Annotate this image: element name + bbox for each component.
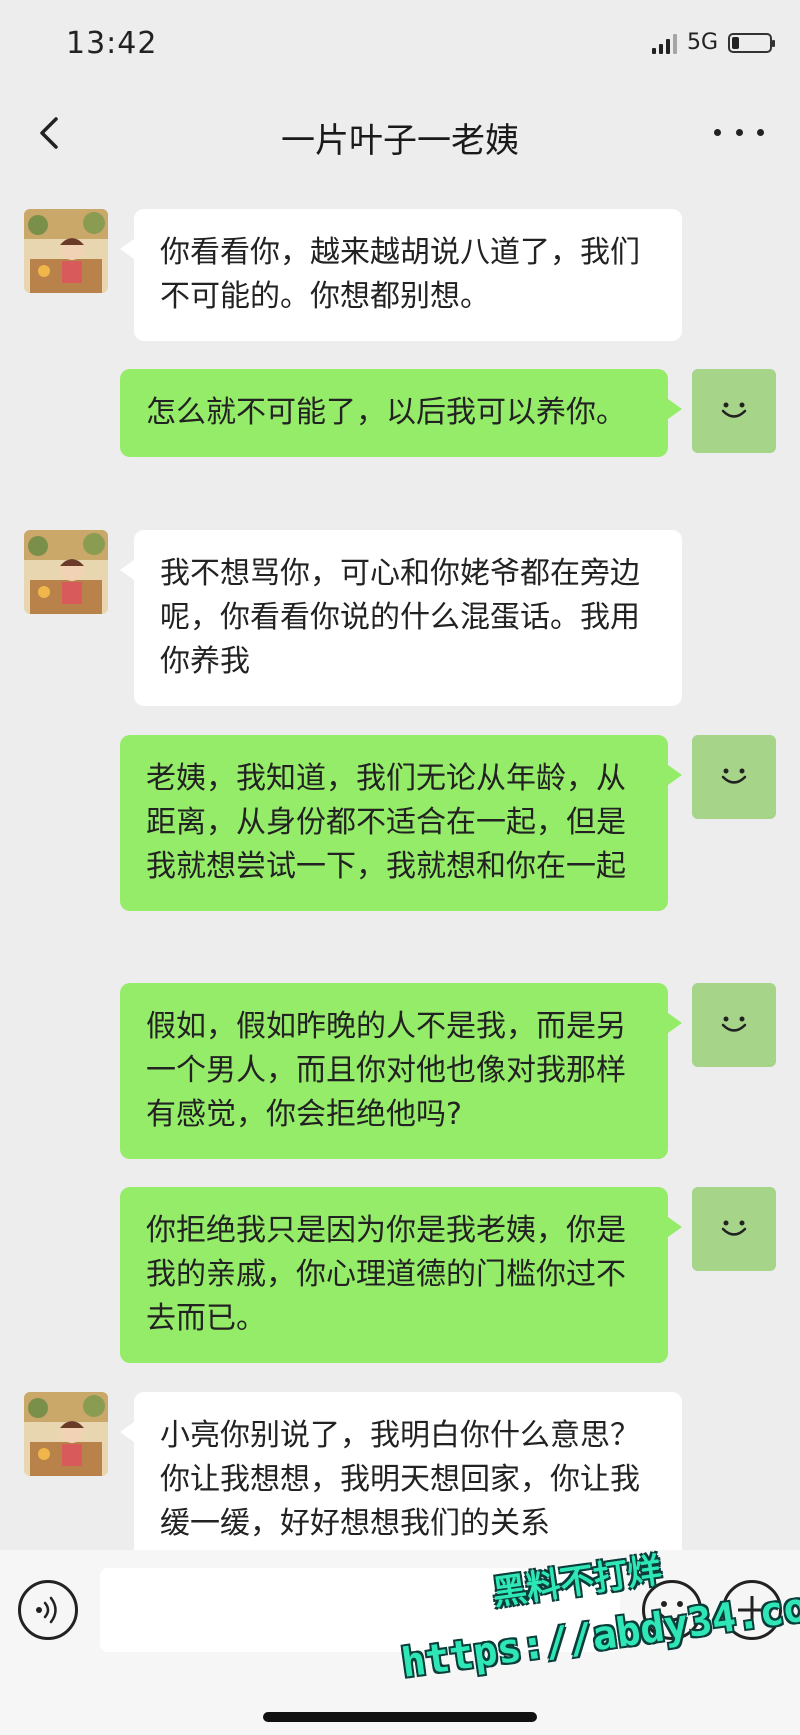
signal-icon: [651, 32, 677, 54]
message-bubble-outgoing[interactable]: 老姨，我知道，我们无论从年龄，从距离，从身份都不适合在一起，但是我就想尝试一下，…: [120, 735, 682, 911]
message-bubble-outgoing[interactable]: 假如，假如昨晚的人不是我，而是另一个男人，而且你对他也像对我那样有感觉，你会拒绝…: [120, 983, 682, 1159]
input-bar: [0, 1550, 800, 1735]
status-bar: 13:42 5G: [0, 0, 800, 95]
more-button[interactable]: [714, 117, 764, 147]
message-row-outgoing: 老姨，我知道，我们无论从年龄，从距离，从身份都不适合在一起，但是我就想尝试一下，…: [0, 735, 800, 950]
more-dots-icon: [714, 128, 721, 136]
smile-icon: [721, 402, 747, 418]
self-avatar[interactable]: [692, 735, 776, 819]
message-row-incoming: 你看看你，越来越胡说八道了，我们不可能的。你想都别想。: [0, 209, 800, 341]
message-input[interactable]: [100, 1568, 620, 1652]
contact-avatar-image: [24, 209, 108, 293]
status-time: 13:42: [66, 26, 158, 61]
message-bubble-incoming[interactable]: 你看看你，越来越胡说八道了，我们不可能的。你想都别想。: [120, 209, 682, 341]
voice-button[interactable]: [18, 1580, 78, 1640]
voice-icon: [36, 1596, 57, 1624]
contact-avatar[interactable]: [24, 1392, 108, 1476]
contact-avatar-image: [24, 530, 108, 614]
emoji-icon: [659, 1601, 685, 1622]
self-avatar[interactable]: [692, 983, 776, 1067]
battery-fill: [732, 36, 739, 49]
emoji-button[interactable]: [642, 1580, 702, 1640]
self-avatar[interactable]: [692, 369, 776, 453]
message-list[interactable]: 你看看你，越来越胡说八道了，我们不可能的。你想都别想。 怎么就不可能了，以后我可…: [0, 175, 800, 1550]
message-bubble-incoming[interactable]: 我不想骂你，可心和你姥爷都在旁边呢，你看看你说的什么混蛋话。我用你养我: [120, 530, 682, 706]
home-indicator[interactable]: [263, 1712, 537, 1722]
message-row-outgoing: 你拒绝我只是因为你是我老姨，你是我的亲戚，你心理道德的门槛你过不去而已。: [0, 1187, 800, 1363]
smile-icon: [721, 768, 747, 784]
contact-avatar[interactable]: [24, 209, 108, 293]
chat-title: 一片叶子一老姨: [281, 121, 519, 161]
battery-icon: [728, 32, 775, 53]
message-bubble-outgoing[interactable]: 你拒绝我只是因为你是我老姨，你是我的亲戚，你心理道德的门槛你过不去而已。: [120, 1187, 682, 1363]
message-row-outgoing: 假如，假如昨晚的人不是我，而是另一个男人，而且你对他也像对我那样有感觉，你会拒绝…: [0, 983, 800, 1159]
contact-avatar-image: [24, 1392, 108, 1476]
plus-button[interactable]: [722, 1580, 782, 1640]
network-type: 5G: [686, 30, 718, 55]
contact-avatar[interactable]: [24, 530, 108, 614]
message-bubble-outgoing[interactable]: 怎么就不可能了，以后我可以养你。: [120, 369, 682, 457]
chat-header: 一片叶子一老姨: [0, 95, 800, 175]
status-icons: 5G: [651, 30, 775, 55]
smile-icon: [721, 1016, 747, 1032]
message-row-incoming: 小亮你别说了，我明白你什么意思？你让我想想，我明天想回家，你让我缓一缓，好好想想…: [0, 1392, 800, 1550]
message-row-outgoing: 怎么就不可能了，以后我可以养你。: [0, 369, 800, 499]
self-avatar[interactable]: [692, 1187, 776, 1271]
message-row-incoming: 我不想骂你，可心和你姥爷都在旁边呢，你看看你说的什么混蛋话。我用你养我: [0, 530, 800, 706]
message-bubble-incoming[interactable]: 小亮你别说了，我明白你什么意思？你让我想想，我明天想回家，你让我缓一缓，好好想想…: [120, 1392, 682, 1550]
smile-icon: [721, 1220, 747, 1236]
